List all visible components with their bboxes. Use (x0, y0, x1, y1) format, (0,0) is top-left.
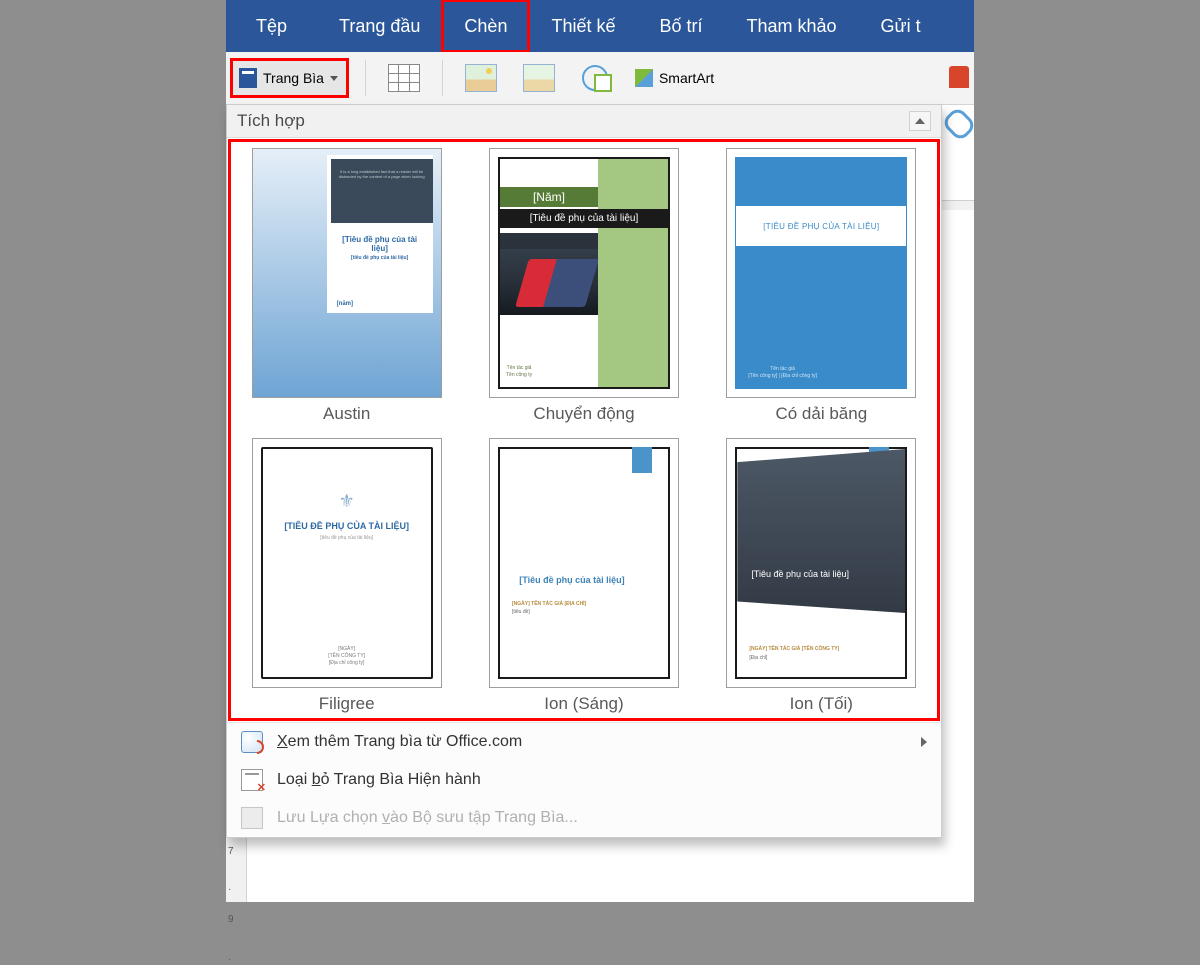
ribbon-tab-references[interactable]: Tham khảo (725, 0, 859, 52)
shapes-button[interactable] (577, 60, 617, 96)
shapes-icon (582, 65, 612, 92)
link-icon[interactable] (941, 106, 978, 143)
gallery-section-title: Tích hợp (237, 111, 305, 131)
thumbnail-filigree: ⚜︎ [TIÊU ĐỀ PHỤ CỦA TÀI LIỆU] [tiêu đề p… (252, 438, 442, 688)
gallery-item-label: Filigree (239, 688, 454, 714)
ribbon-tab-home[interactable]: Trang đầu (317, 0, 442, 52)
gallery-item-label: Có dải băng (714, 398, 929, 424)
ruler-tick: 7 (228, 846, 234, 857)
remove-current-cover-page[interactable]: Loại bỏ Trang Bìa Hiện hành (227, 761, 941, 799)
save-selection-to-gallery: Lưu Lựa chọn vào Bộ sưu tập Trang Bìa... (227, 799, 941, 837)
thumbnail-ion-dark: [Tiêu đề phụ của tài liệu] [NGÀY] TÊN TÁ… (726, 438, 916, 688)
table-button[interactable] (384, 60, 424, 96)
gallery-item-label: Chuyển động (476, 398, 691, 424)
thumbnail-motion: [Năm] [Tiêu đề phụ của tài liệu] Tên tác… (489, 148, 679, 398)
separator (442, 60, 443, 96)
ribbon-tab-file[interactable]: Tệp (226, 0, 317, 52)
office-refresh-icon (241, 731, 263, 753)
menu-label: Lưu Lựa chọn vào Bộ sưu tập Trang Bìa... (277, 809, 578, 827)
ribbon-tab-mailings[interactable]: Gửi t (859, 0, 943, 52)
smartart-button[interactable]: SmartArt (635, 69, 714, 87)
menu-label: Xem thêm Trang bìa từ Office.com (277, 733, 522, 751)
gallery-item-label: Ion (Tối) (714, 688, 929, 714)
word-window: Tệp Trang đầu Chèn Thiết kế Bố trí Tham … (226, 0, 974, 902)
gallery-item-austin[interactable]: It is a long established fact that a rea… (239, 148, 454, 424)
thumbnail-ion-light: [Tiêu đề phụ của tài liệu] [NGÀY] TÊN TÁ… (489, 438, 679, 688)
ribbon-tabs: Tệp Trang đầu Chèn Thiết kế Bố trí Tham … (226, 0, 974, 52)
pictures-button[interactable] (461, 60, 501, 96)
gallery-item-label: Ion (Sáng) (476, 688, 691, 714)
ruler-tick: 9 (228, 914, 234, 925)
save-page-icon (241, 807, 263, 829)
gallery-item-label: Austin (239, 398, 454, 424)
ribbon-toolbar: Trang Bìa SmartArt (226, 52, 974, 105)
gallery-section-header: Tích hợp (227, 105, 941, 138)
thumbnail-banded: [TIÊU ĐỀ PHỤ CỦA TÀI LIỆU] Tên tác giả[T… (726, 148, 916, 398)
cover-page-dropdown[interactable]: Trang Bìa (232, 60, 347, 96)
cover-page-label: Trang Bìa (263, 70, 324, 86)
ruler-tick: · (228, 954, 231, 965)
gallery-item-ion-dark[interactable]: [Tiêu đề phụ của tài liệu] [NGÀY] TÊN TÁ… (714, 438, 929, 714)
smartart-icon (635, 69, 653, 87)
menu-label: Loại bỏ Trang Bìa Hiện hành (277, 771, 481, 789)
right-overflow-icons (944, 52, 974, 136)
gallery-item-ion-light[interactable]: [Tiêu đề phụ của tài liệu] [NGÀY] TÊN TÁ… (476, 438, 691, 714)
more-cover-pages-office[interactable]: Xem thêm Trang bìa từ Office.com (227, 723, 941, 761)
online-picture-icon (523, 64, 555, 92)
ribbon-tab-design[interactable]: Thiết kế (529, 0, 637, 52)
remove-page-icon (241, 769, 263, 791)
picture-icon (465, 64, 497, 92)
cover-page-gallery: Tích hợp It is a long established fact t… (226, 104, 942, 838)
gallery-scroll-up-button[interactable] (909, 111, 931, 131)
gallery-item-banded[interactable]: [TIÊU ĐỀ PHỤ CỦA TÀI LIỆU] Tên tác giả[T… (714, 148, 929, 424)
chevron-down-icon (330, 76, 338, 81)
separator (365, 60, 366, 96)
gallery-footer-menu: Xem thêm Trang bìa từ Office.com Loại bỏ… (227, 722, 941, 837)
store-icon[interactable] (949, 66, 969, 88)
gallery-item-filigree[interactable]: ⚜︎ [TIÊU ĐỀ PHỤ CỦA TÀI LIỆU] [tiêu đề p… (239, 438, 454, 714)
smartart-label: SmartArt (659, 70, 714, 86)
cover-page-icon (239, 68, 257, 88)
chevron-up-icon (915, 118, 925, 124)
submenu-arrow-icon (921, 737, 927, 747)
ribbon-tab-insert[interactable]: Chèn (442, 0, 529, 52)
ribbon-tab-layout[interactable]: Bố trí (637, 0, 724, 52)
document-page-edge (938, 210, 974, 450)
gallery-item-motion[interactable]: [Năm] [Tiêu đề phụ của tài liệu] Tên tác… (476, 148, 691, 424)
ruler-tick: · (228, 884, 231, 895)
online-pictures-button[interactable] (519, 60, 559, 96)
table-icon (388, 64, 420, 92)
thumbnail-austin: It is a long established fact that a rea… (252, 148, 442, 398)
gallery-grid: It is a long established fact that a rea… (227, 138, 941, 722)
